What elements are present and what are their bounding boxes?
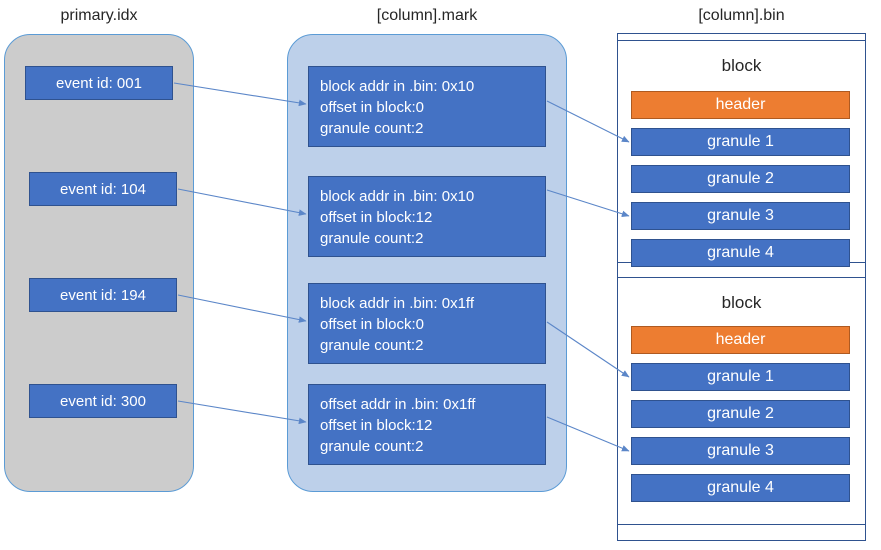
event-entry-2[interactable]: event id: 104 xyxy=(29,172,177,206)
bin-row-label: granule 3 xyxy=(707,207,774,224)
mark-entry-granule-count: granule count:2 xyxy=(320,120,424,137)
diagram-canvas: primary.idx [column].mark [column].bin e… xyxy=(0,0,881,550)
event-entry-label: event id: 001 xyxy=(56,74,142,92)
bin-row-label: granule 1 xyxy=(707,133,774,150)
event-entry-3[interactable]: event id: 194 xyxy=(29,278,177,312)
bin-block-1-granule-4[interactable]: granule 4 xyxy=(631,239,850,267)
mark-entry-2[interactable]: block addr in .bin: 0x10 offset in block… xyxy=(308,176,546,257)
column-title-primary-idx: primary.idx xyxy=(60,7,138,24)
bin-block-1-granule-3[interactable]: granule 3 xyxy=(631,202,850,230)
event-entry-label: event id: 300 xyxy=(60,392,146,410)
bin-row-label: header xyxy=(715,96,766,113)
bin-block-2-granule-4[interactable]: granule 4 xyxy=(631,474,850,502)
bin-block-2-granule-1[interactable]: granule 1 xyxy=(631,363,850,391)
mark-entry-block-addr: block addr in .bin: 0x10 xyxy=(320,78,475,95)
bin-block-2-header: header xyxy=(631,326,850,354)
event-entry-1[interactable]: event id: 001 xyxy=(25,66,173,100)
bin-block-1-header: header xyxy=(631,91,850,119)
bin-row-label: granule 1 xyxy=(707,368,774,385)
bin-block-1-granule-2[interactable]: granule 2 xyxy=(631,165,850,193)
column-title-column-mark: [column].mark xyxy=(376,7,478,24)
bin-row-label: header xyxy=(715,331,766,348)
mark-entry-3[interactable]: block addr in .bin: 0x1ff offset in bloc… xyxy=(308,283,546,364)
event-entry-4[interactable]: event id: 300 xyxy=(29,384,177,418)
bin-row-label: granule 2 xyxy=(707,170,774,187)
column-title-column-bin: [column].bin xyxy=(698,7,785,24)
bin-block-2-label: block xyxy=(721,293,762,312)
bin-row-label: granule 2 xyxy=(707,405,774,422)
mark-entry-offset: offset in block:0 xyxy=(320,316,424,333)
bin-block-2-granule-3[interactable]: granule 3 xyxy=(631,437,850,465)
mark-entry-1[interactable]: block addr in .bin: 0x10 offset in block… xyxy=(308,66,546,147)
primary-idx-container xyxy=(4,34,194,492)
bin-block-1-granule-1[interactable]: granule 1 xyxy=(631,128,850,156)
bin-row-label: granule 3 xyxy=(707,442,774,459)
mark-entry-offset: offset in block:12 xyxy=(320,209,433,226)
bin-row-label: granule 4 xyxy=(707,479,774,496)
mark-entry-granule-count: granule count:2 xyxy=(320,337,424,354)
mark-entry-granule-count: granule count:2 xyxy=(320,230,424,247)
event-entry-label: event id: 104 xyxy=(60,180,146,198)
event-entry-label: event id: 194 xyxy=(60,286,146,304)
bin-row-label: granule 4 xyxy=(707,244,774,261)
mark-entry-block-addr: offset addr in .bin: 0x1ff xyxy=(320,396,476,413)
mark-entry-offset: offset in block:12 xyxy=(320,417,433,434)
mark-entry-4[interactable]: offset addr in .bin: 0x1ff offset in blo… xyxy=(308,384,546,465)
mark-entry-block-addr: block addr in .bin: 0x10 xyxy=(320,188,475,205)
mark-entry-offset: offset in block:0 xyxy=(320,99,424,116)
mark-entry-block-addr: block addr in .bin: 0x1ff xyxy=(320,295,474,312)
bin-block-1-label: block xyxy=(721,56,762,75)
mark-entry-granule-count: granule count:2 xyxy=(320,438,424,455)
bin-block-2-granule-2[interactable]: granule 2 xyxy=(631,400,850,428)
